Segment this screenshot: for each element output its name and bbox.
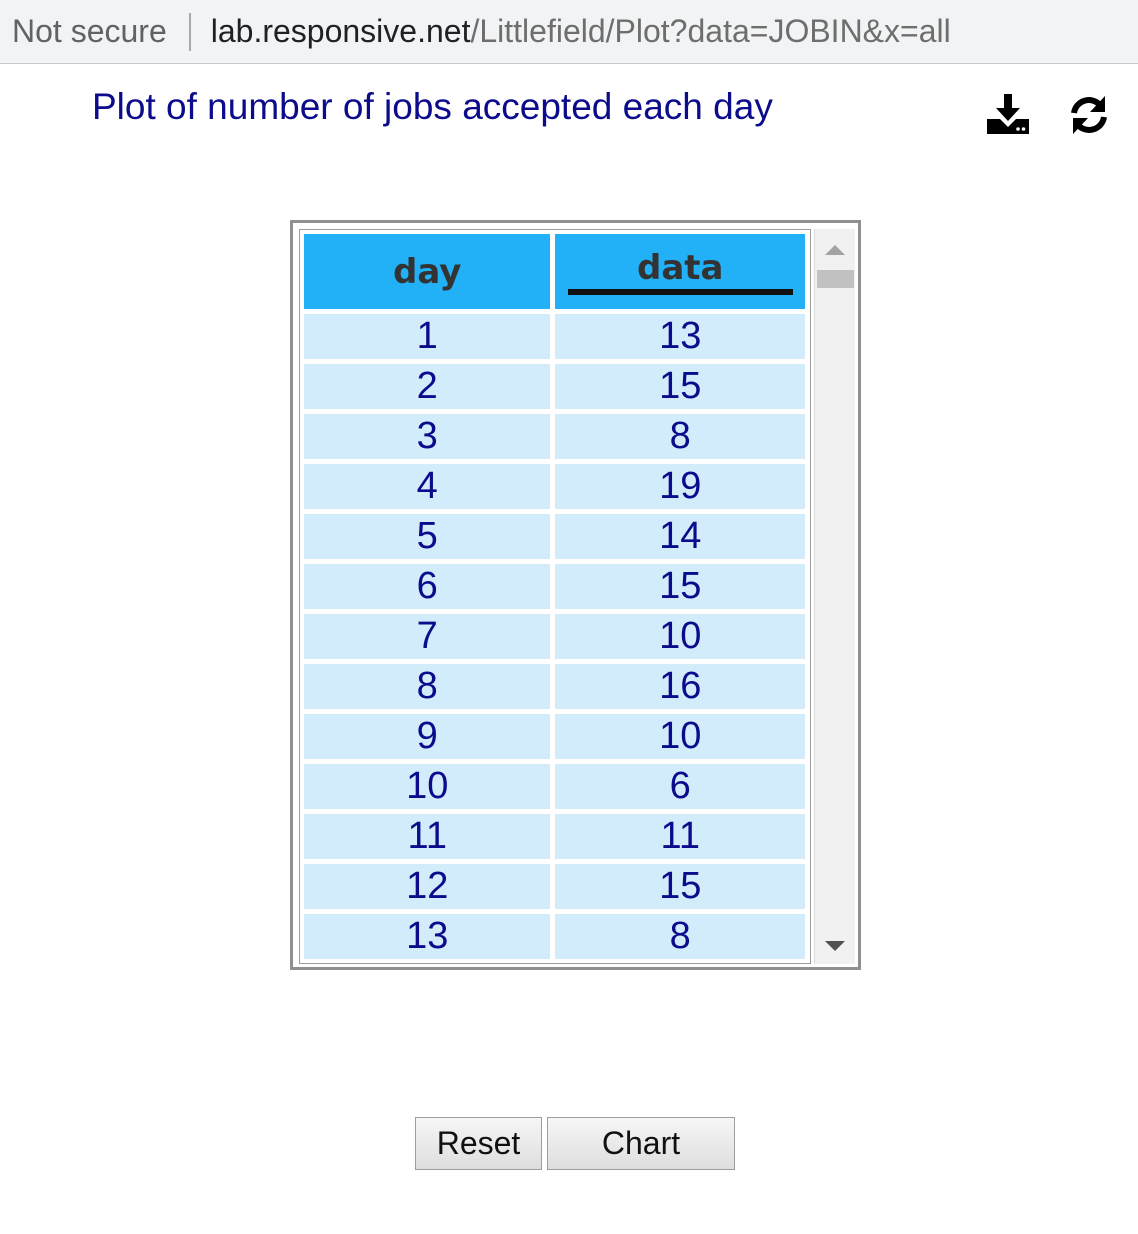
day-cell: 13: [304, 914, 551, 959]
table-row: 4 19: [304, 464, 805, 509]
table-row: 2 15: [304, 364, 805, 409]
chart-button[interactable]: Chart: [547, 1117, 735, 1170]
data-cell: 6: [555, 764, 805, 809]
day-cell: 10: [304, 764, 551, 809]
day-cell: 8: [304, 664, 551, 709]
data-cell: 15: [555, 864, 805, 909]
scrollbar-thumb[interactable]: [817, 270, 854, 288]
table-row: 38: [304, 414, 805, 459]
data-cell: 10: [555, 714, 805, 759]
scroll-up-arrow-icon[interactable]: [825, 245, 845, 255]
address-bar[interactable]: Not secure lab.responsive.net/Littlefiel…: [0, 0, 1138, 64]
column-header-day[interactable]: day: [304, 234, 551, 309]
day-cell: 11: [304, 814, 551, 859]
data-cell: 16: [555, 664, 805, 709]
data-cell: 8: [555, 914, 805, 959]
table-row: 12 15: [304, 864, 805, 909]
table-row: 11 11: [304, 814, 805, 859]
day-cell: 6: [304, 564, 551, 609]
table-row: 6 15: [304, 564, 805, 609]
day-cell: 12: [304, 864, 551, 909]
reset-button[interactable]: Reset: [415, 1117, 542, 1170]
url-path: /Littlefield/Plot?data=JOBIN&x=all: [470, 13, 951, 49]
vertical-scrollbar[interactable]: [814, 229, 855, 964]
data-table-panel: day data 1 13 2 15 38 4 19 5 14 6 15 7 10 8 16 …: [290, 220, 861, 970]
data-cell: 19: [555, 464, 805, 509]
data-cell: 11: [555, 814, 805, 859]
data-cell: 8: [555, 414, 805, 459]
table-viewport[interactable]: day data 1 13 2 15 38 4 19 5 14 6 15 7 10 8 16 …: [299, 229, 811, 964]
download-icon[interactable]: [985, 92, 1031, 138]
url-host: lab.responsive.net: [210, 13, 471, 49]
table-row: 10 6: [304, 764, 805, 809]
day-cell: 9: [304, 714, 551, 759]
day-cell: 1: [304, 314, 551, 359]
url-text[interactable]: lab.responsive.net/Littlefield/Plot?data…: [211, 13, 951, 50]
table-header-row: day data: [304, 234, 805, 309]
table-row: 5 14: [304, 514, 805, 559]
data-cell: 13: [555, 314, 805, 359]
refresh-icon[interactable]: [1066, 92, 1112, 138]
column-header-day-label: day: [393, 251, 462, 292]
table-row: 7 10: [304, 614, 805, 659]
address-divider: [188, 12, 191, 51]
table-row: 13 8: [304, 914, 805, 959]
table-row: 8 16: [304, 664, 805, 709]
day-cell: 2: [304, 364, 551, 409]
page-title: Plot of number of jobs accepted each day: [92, 86, 773, 127]
column-header-data-label: data: [567, 249, 793, 295]
day-cell: 4: [304, 464, 551, 509]
day-cell: 5: [304, 514, 551, 559]
day-cell: 7: [304, 614, 551, 659]
data-cell: 10: [555, 614, 805, 659]
scroll-down-arrow-icon[interactable]: [825, 941, 845, 951]
data-cell: 15: [555, 564, 805, 609]
security-indicator[interactable]: Not secure: [12, 13, 167, 50]
data-cell: 15: [555, 364, 805, 409]
table-row: 1 13: [304, 314, 805, 359]
column-header-data[interactable]: data: [555, 234, 805, 309]
day-cell: 3: [304, 414, 551, 459]
data-cell: 14: [555, 514, 805, 559]
data-table: day data 1 13 2 15 38 4 19 5 14 6 15 7 10 8 16 …: [300, 230, 810, 963]
table-row: 9 10: [304, 714, 805, 759]
